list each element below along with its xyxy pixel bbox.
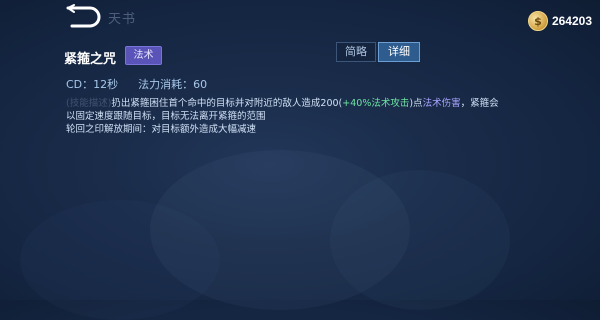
top-bar: 天书 $ 264203 xyxy=(0,0,600,42)
tab-brief[interactable]: 简略 xyxy=(336,42,376,62)
description-text: 扔出紧箍困住首个命中的目标并对附近的敌人造成200( xyxy=(111,98,343,109)
currency-display: $ 264203 xyxy=(527,10,592,32)
skill-name: 紧箍之咒 xyxy=(64,52,117,67)
tab-detail[interactable]: 详细 xyxy=(378,42,420,62)
cooldown-value: CD：12秒 xyxy=(66,78,119,91)
damage-type: 法术伤害 xyxy=(422,98,461,109)
description-line: 以固定速度跟随目标，目标无法离开紧箍的范围 xyxy=(66,111,266,122)
page-title: 天书 xyxy=(108,12,137,27)
description-prefix: (技能描述) xyxy=(66,98,112,109)
description-text: )点 xyxy=(409,98,423,109)
bonus-scaling: +40%法术攻击 xyxy=(342,98,410,109)
skill-description: (技能描述)扔出紧箍困住首个命中的目标并对附近的敌人造成200(+40%法术攻击… xyxy=(66,97,506,136)
view-tabs: 简略 详细 xyxy=(336,42,420,62)
gold-coin-icon: $ xyxy=(527,11,548,31)
mana-cost-value: 法力消耗：60 xyxy=(138,78,208,91)
background-figure xyxy=(20,200,220,320)
currency-value: 264203 xyxy=(551,14,592,28)
skill-stats: CD：12秒 法力消耗：60 xyxy=(66,76,207,92)
background-figure xyxy=(330,170,510,310)
back-arrow-icon xyxy=(66,4,101,28)
description-text: ，紧箍会 xyxy=(460,98,499,109)
description-line: (技能描述)扔出紧箍困住首个命中的目标并对附近的敌人造成200(+40%法术攻击… xyxy=(66,97,506,110)
description-line: 轮回之印解放期间：对目标额外造成大幅减速 xyxy=(66,124,257,135)
back-button[interactable] xyxy=(62,4,102,30)
skill-type-badge: 法术 xyxy=(125,46,162,65)
